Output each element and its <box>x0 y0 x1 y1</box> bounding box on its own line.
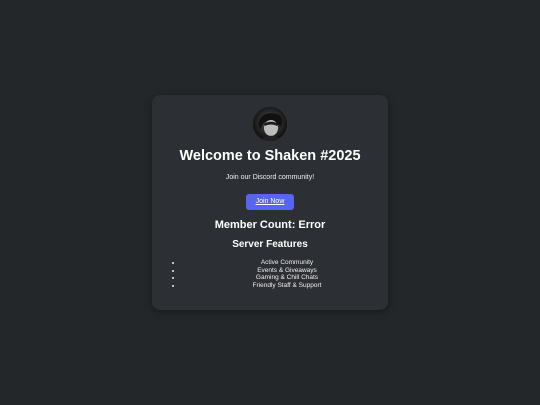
list-item: Gaming & Chill Chats <box>182 274 392 282</box>
subtitle: Join our Discord community! <box>225 174 315 181</box>
list-item: Active Community <box>182 259 392 267</box>
invite-card: Welcome to Shaken #2025 Join our Discord… <box>152 95 388 310</box>
features-heading: Server Features <box>232 239 308 250</box>
list-item: Events & Giveaways <box>182 267 392 275</box>
list-item: Friendly Staff & Support <box>182 282 392 290</box>
server-avatar <box>253 107 287 141</box>
member-count: Member Count: Error <box>214 219 326 231</box>
features-list: Active Community Events & Giveaways Gami… <box>174 259 392 290</box>
join-now-button[interactable]: Join Now <box>246 194 294 210</box>
page-title: Welcome to Shaken #2025 <box>179 148 361 164</box>
